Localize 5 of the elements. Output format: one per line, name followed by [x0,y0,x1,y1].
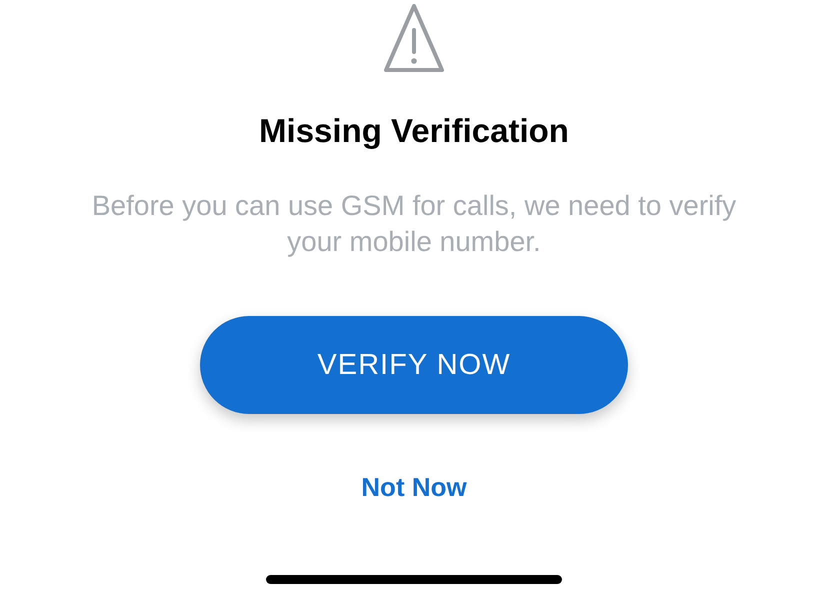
not-now-link[interactable]: Not Now [361,472,467,503]
dialog-message: Before you can use GSM for calls, we need to verify your mobile number. [90,189,738,259]
verify-now-button[interactable]: VERIFY NOW [200,316,628,414]
warning-icon [382,2,446,74]
dialog-title: Missing Verification [259,112,569,150]
